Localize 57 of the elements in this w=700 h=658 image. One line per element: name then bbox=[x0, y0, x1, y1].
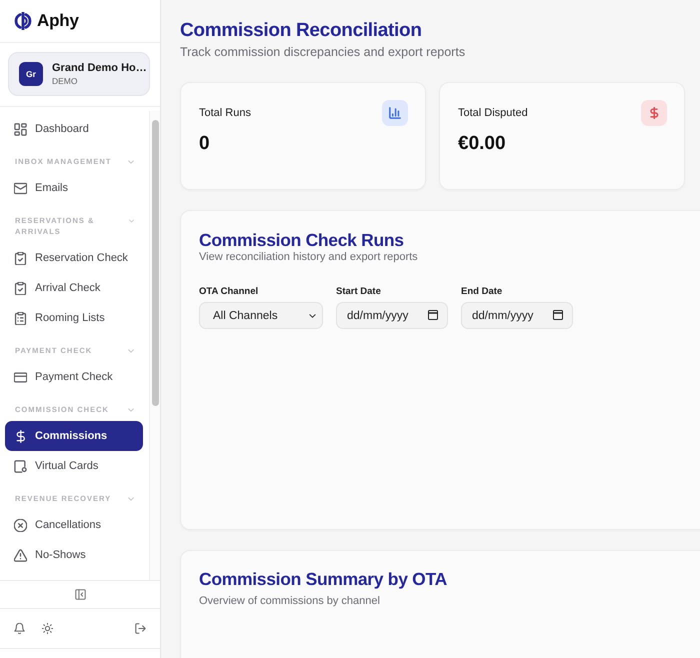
avatar-initials: Gr bbox=[19, 62, 43, 86]
chevron-down-icon bbox=[128, 160, 134, 164]
notifications-icon[interactable] bbox=[14, 623, 25, 634]
channel-dropdown[interactable]: All Channels bbox=[199, 302, 323, 329]
date-field[interactable]: dd/mm/yyyy bbox=[336, 302, 448, 329]
nav-item[interactable]: Payment Check bbox=[5, 362, 143, 392]
nav-item[interactable]: Dashboard bbox=[5, 114, 143, 144]
hotel-name: Grand Demo Ho… bbox=[52, 62, 147, 74]
circle-x-icon bbox=[14, 518, 27, 532]
stat-label: Total Disputed bbox=[458, 107, 528, 119]
calendar-icon[interactable] bbox=[428, 310, 438, 320]
grid-icon bbox=[14, 122, 27, 136]
collapse-sidebar-icon[interactable] bbox=[74, 589, 86, 600]
nav-item[interactable]: Cancellations bbox=[5, 510, 143, 540]
logo-icon bbox=[14, 12, 32, 30]
chevron-down-icon bbox=[128, 408, 134, 412]
nav-item[interactable]: Virtual Cards bbox=[5, 451, 143, 481]
page-subtitle: Track commission discrepancies and export reports bbox=[180, 44, 466, 60]
account-switcher[interactable]: Gr Grand Demo Ho… DEMO bbox=[8, 52, 150, 96]
nav-item[interactable]: Arrival Check bbox=[5, 273, 143, 303]
chevron-down-icon bbox=[128, 219, 134, 223]
brand-name: Aphy bbox=[37, 11, 79, 31]
nav-item[interactable]: No-Shows bbox=[5, 540, 143, 570]
nav-item[interactable]: Emails bbox=[5, 173, 143, 203]
envelope-icon bbox=[14, 182, 27, 194]
date-field[interactable]: dd/mm/yyyy bbox=[461, 302, 573, 329]
field-label: End Date bbox=[461, 286, 502, 298]
chevron-down-icon bbox=[128, 497, 134, 501]
dollar-icon bbox=[14, 430, 27, 442]
clipboard-check-icon bbox=[14, 282, 27, 294]
nav-item[interactable]: Reservation Check bbox=[5, 243, 143, 273]
warning-icon bbox=[14, 548, 27, 562]
bar-chart-icon bbox=[382, 100, 408, 126]
field-label: Start Date bbox=[336, 286, 381, 298]
wallet-icon bbox=[14, 460, 27, 472]
page-title: Commission Reconciliation bbox=[180, 19, 423, 43]
credit-card-icon bbox=[14, 370, 27, 384]
calendar-icon[interactable] bbox=[553, 310, 563, 320]
stat-value: €0.00 bbox=[458, 132, 506, 156]
chevron-down-icon bbox=[309, 314, 316, 318]
section-title: Commission Check Runs bbox=[199, 230, 405, 250]
section-title: Commission Summary by OTA bbox=[199, 569, 448, 589]
stat-value: 0 bbox=[199, 132, 210, 156]
clipboard-check-icon bbox=[14, 252, 27, 264]
section-subtitle: View reconciliation history and export reports bbox=[199, 250, 419, 264]
stat-label: Total Runs bbox=[199, 107, 251, 119]
section-subtitle: Overview of commissions by channel bbox=[199, 594, 381, 608]
logout-icon[interactable] bbox=[135, 623, 146, 634]
clipboard-list-icon bbox=[14, 312, 27, 324]
nav-item[interactable]: Rooming Lists bbox=[5, 303, 143, 333]
field-label: OTA Channel bbox=[199, 286, 258, 298]
dollar-icon bbox=[641, 100, 667, 126]
chevron-down-icon bbox=[128, 349, 134, 353]
scrollbar-thumb[interactable] bbox=[152, 120, 159, 406]
plan-label: DEMO bbox=[52, 76, 78, 86]
theme-icon[interactable] bbox=[42, 623, 53, 634]
nav-item[interactable]: Commissions bbox=[5, 421, 143, 451]
